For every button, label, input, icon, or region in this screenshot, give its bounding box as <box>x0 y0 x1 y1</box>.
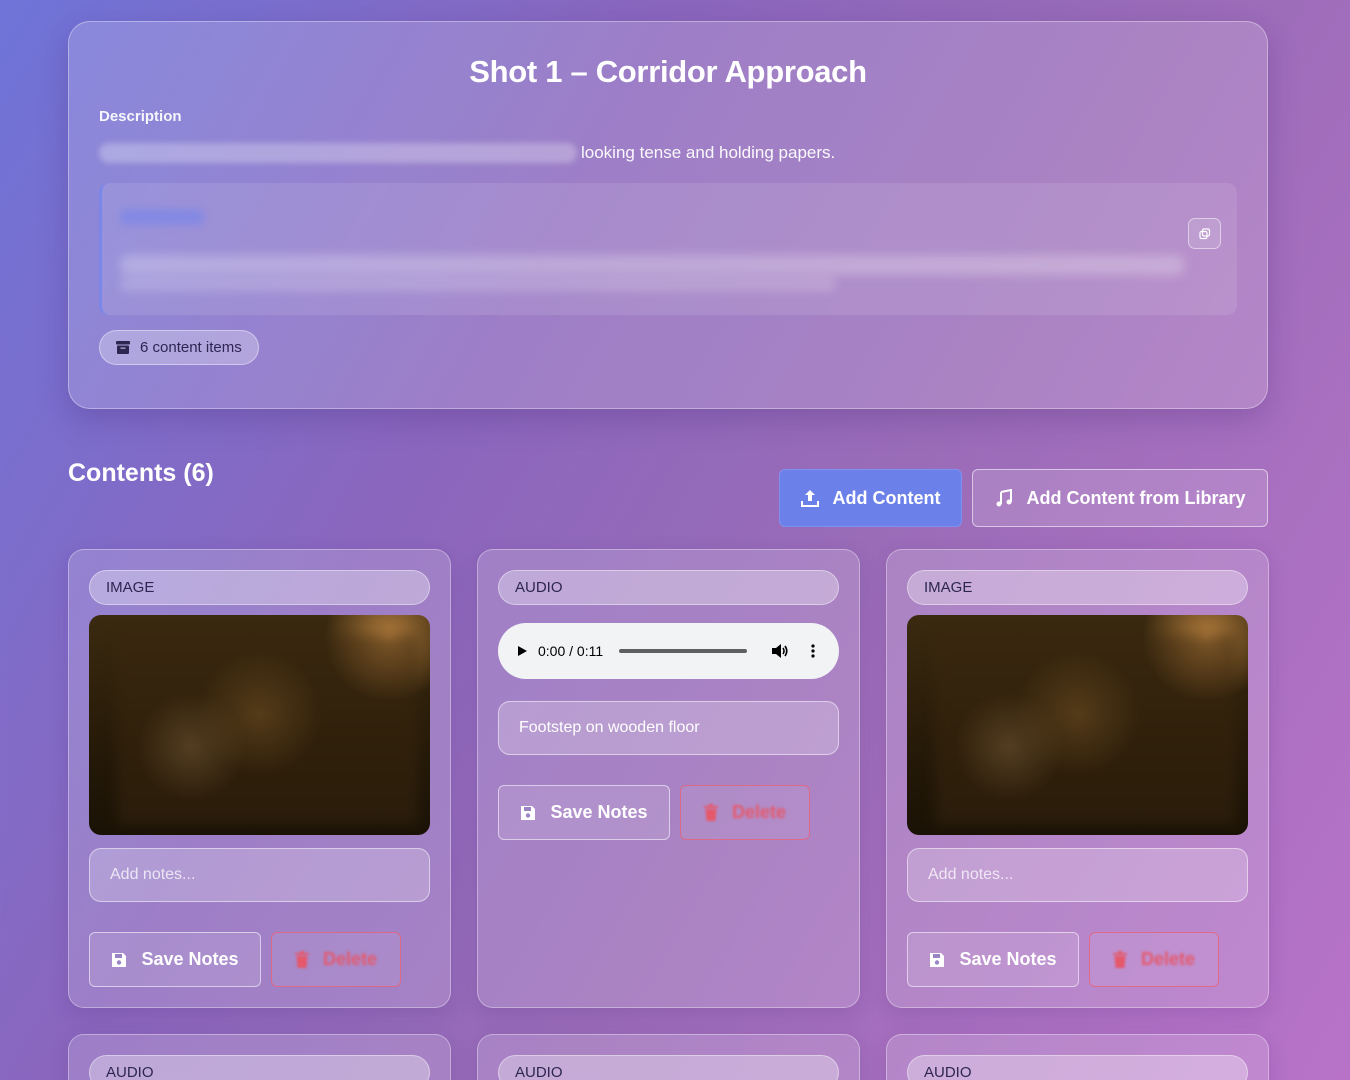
notes-input[interactable] <box>907 848 1248 902</box>
redacted-text <box>99 143 577 163</box>
redacted-prompt-text-2 <box>120 277 836 291</box>
image-thumbnail[interactable] <box>89 615 430 835</box>
content-card-audio: AUDIO 0:00 / 0:11 Footstep on wooden flo… <box>477 549 860 1008</box>
trash-icon <box>703 804 718 821</box>
audio-progress-slider[interactable] <box>619 649 747 653</box>
card-actions: Save Notes Delete <box>89 932 430 987</box>
delete-label: Delete <box>1140 949 1196 969</box>
content-grid: IMAGE Save Notes <box>68 549 1269 1080</box>
save-notes-label: Save Notes <box>141 949 239 969</box>
delete-button[interactable]: Delete <box>271 932 401 987</box>
delete-label: Delete <box>731 802 787 822</box>
play-icon[interactable] <box>516 645 528 657</box>
prompt-box <box>99 183 1237 315</box>
content-count-label: 6 content items <box>140 339 242 356</box>
archive-icon <box>116 341 130 354</box>
redacted-image <box>935 635 1236 825</box>
content-card-audio: AUDIO <box>68 1034 451 1080</box>
copy-icon <box>1198 227 1210 239</box>
trash-icon <box>1112 951 1127 968</box>
music-note-icon <box>996 489 1012 507</box>
floppy-disk-icon <box>521 805 536 820</box>
delete-button[interactable]: Delete <box>680 785 810 840</box>
card-actions: Save Notes Delete <box>498 785 839 840</box>
upload-icon <box>800 490 819 507</box>
more-options-icon[interactable] <box>805 643 821 659</box>
redacted-prompt-text <box>120 255 1184 275</box>
description-label: Description <box>99 108 182 125</box>
content-card-audio: AUDIO <box>886 1034 1269 1080</box>
add-from-library-button[interactable]: Add Content from Library <box>972 469 1268 527</box>
add-from-library-label: Add Content from Library <box>1026 487 1246 508</box>
floppy-disk-icon <box>930 952 945 967</box>
save-notes-button[interactable]: Save Notes <box>907 932 1079 987</box>
content-actions: Add Content Add Content from Library <box>779 469 1268 527</box>
notes-input[interactable]: Footstep on wooden floor <box>498 701 839 755</box>
notes-input[interactable] <box>89 848 430 902</box>
contents-title: Contents (6) <box>68 459 214 487</box>
audio-time: 0:00 / 0:11 <box>538 643 604 659</box>
audio-player: 0:00 / 0:11 <box>498 623 839 679</box>
shot-card: Shot 1 – Corridor Approach Description l… <box>68 21 1268 409</box>
content-type-badge: IMAGE <box>907 570 1248 605</box>
image-thumbnail[interactable] <box>907 615 1248 835</box>
save-notes-label: Save Notes <box>959 949 1057 969</box>
floppy-disk-icon <box>112 952 127 967</box>
content-type-badge: AUDIO <box>907 1055 1248 1080</box>
redacted-prompt-label <box>120 209 204 225</box>
content-type-badge: IMAGE <box>89 570 430 605</box>
save-notes-button[interactable]: Save Notes <box>89 932 261 987</box>
copy-button[interactable] <box>1188 218 1221 249</box>
delete-label: Delete <box>322 949 378 969</box>
content-type-badge: AUDIO <box>89 1055 430 1080</box>
content-card-audio: AUDIO <box>477 1034 860 1080</box>
shot-title: Shot 1 – Corridor Approach <box>469 54 867 89</box>
save-notes-label: Save Notes <box>550 802 648 822</box>
card-actions: Save Notes Delete <box>907 932 1248 987</box>
description-text: looking tense and holding papers. <box>99 141 1237 165</box>
volume-icon[interactable] <box>771 643 789 659</box>
content-type-badge: AUDIO <box>498 570 839 605</box>
save-notes-button[interactable]: Save Notes <box>498 785 670 840</box>
add-content-button[interactable]: Add Content <box>779 469 962 527</box>
content-count-badge: 6 content items <box>99 330 259 365</box>
page: Shot 1 – Corridor Approach Description l… <box>68 21 1269 1080</box>
content-card-image: IMAGE Save Notes <box>886 549 1269 1008</box>
delete-button[interactable]: Delete <box>1089 932 1219 987</box>
content-card-image: IMAGE Save Notes <box>68 549 451 1008</box>
content-type-badge: AUDIO <box>498 1055 839 1080</box>
description-visible-text: looking tense and holding papers. <box>581 143 836 162</box>
add-content-label: Add Content <box>832 487 941 508</box>
contents-header: Contents (6) Add Content Add Content fro… <box>68 409 1268 549</box>
redacted-image <box>117 635 418 825</box>
trash-icon <box>294 951 309 968</box>
